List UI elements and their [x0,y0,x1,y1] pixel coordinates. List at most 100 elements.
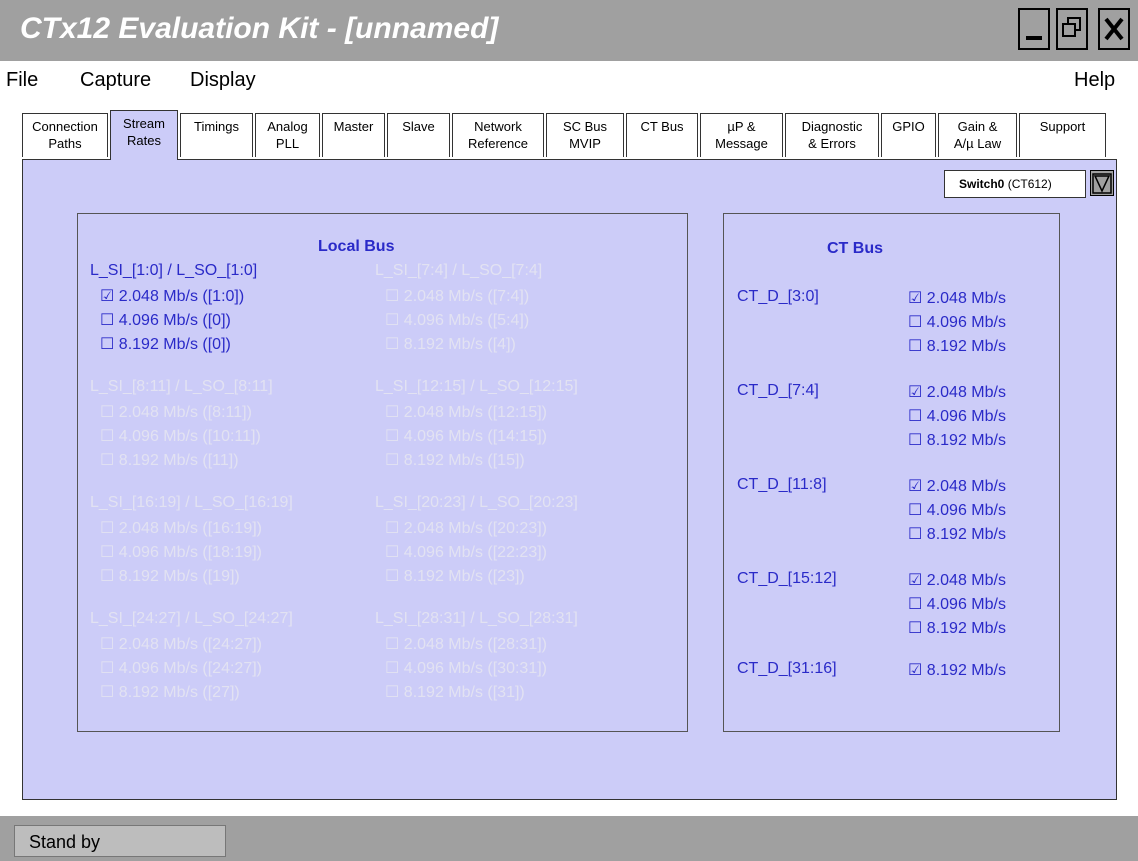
rate-label: 2.048 Mb/s ([7:4]) [403,288,530,305]
tab-analog-pll[interactable]: Analog PLL [255,113,320,157]
tab-label: Paths [48,136,82,151]
rate-checkbox[interactable]: ☑ 8.192 Mb/s [908,660,1006,680]
tab-label: Rates [127,133,161,148]
rate-label: 8.192 Mb/s ([11]) [118,452,239,469]
tab-stream-rates[interactable]: Stream Rates [110,110,178,160]
rate-checkbox[interactable]: ☑ 2.048 Mb/s [908,382,1006,402]
tab-label: Network [474,119,522,134]
close-button[interactable] [1098,8,1130,50]
rate-checkbox: ☐ 4.096 Mb/s ([18:19]) [100,542,262,562]
rate-label: 8.192 Mb/s [926,662,1006,679]
local-bus-group-label: L_SI_[1:0] / L_SO_[1:0] [90,262,258,279]
rate-label: 4.096 Mb/s [926,314,1006,331]
checkbox-icon: ☐ [100,336,119,353]
rate-checkbox[interactable]: ☑ 2.048 Mb/s [908,288,1006,308]
rate-label: 4.096 Mb/s ([22:23]) [403,544,547,561]
device-model: (CT612) [1007,177,1052,191]
tab-label: A/µ Law [953,136,1002,151]
ct-bus-group-label: CT_D_[15:12] [737,570,837,587]
tab-gain-law[interactable]: Gain & A/µ Law [938,113,1017,157]
rate-label: 2.048 Mb/s ([12:15]) [403,404,547,421]
restore-button[interactable] [1056,8,1088,50]
rate-checkbox[interactable]: ☐ 4.096 Mb/s [908,406,1006,426]
rate-label: 4.096 Mb/s ([14:15]) [403,428,547,445]
rate-checkbox: ☐ 2.048 Mb/s ([8:11]) [100,402,252,422]
tab-label: Connection [32,119,98,134]
rate-checkbox[interactable]: ☐ 8.192 Mb/s [908,336,1006,356]
rate-checkbox[interactable]: ☐ 8.192 Mb/s [908,430,1006,450]
tab-ct-bus[interactable]: CT Bus [626,113,698,157]
menu-display[interactable]: Display [190,69,256,92]
checkbox-checked-icon: ☑ [908,384,927,401]
checkbox-icon: ☐ [908,338,927,355]
ct-bus-group-label: CT_D_[3:0] [737,288,819,305]
device-dropdown-button[interactable] [1090,170,1114,196]
checkbox-icon: ☐ [385,684,404,701]
rate-checkbox[interactable]: ☑ 2.048 Mb/s [908,476,1006,496]
rate-checkbox: ☐ 4.096 Mb/s ([30:31]) [385,658,547,678]
rate-checkbox: ☐ 2.048 Mb/s ([12:15]) [385,402,547,422]
tab-timings[interactable]: Timings [180,113,253,157]
rate-checkbox[interactable]: ☐ 8.192 Mb/s [908,618,1006,638]
rate-label: 8.192 Mb/s [926,338,1006,355]
rate-checkbox: ☐ 4.096 Mb/s ([10:11]) [100,426,261,446]
checkbox-icon: ☐ [385,520,404,537]
menu-file[interactable]: File [6,69,38,92]
rate-checkbox[interactable]: ☐ 8.192 Mb/s [908,524,1006,544]
menu-help[interactable]: Help [1074,69,1115,92]
tab-label: Master [333,119,374,134]
checkbox-icon: ☐ [385,544,404,561]
rate-checkbox: ☐ 8.192 Mb/s ([31]) [385,682,525,702]
tab-label: & Errors [808,136,856,151]
rate-checkbox[interactable]: ☐ 4.096 Mb/s [908,312,1006,332]
rate-label: 8.192 Mb/s ([4]) [403,336,516,353]
checkbox-icon: ☐ [908,314,927,331]
chevron-down-icon [1092,173,1112,194]
local-bus-group-label: L_SI_[28:31] / L_SO_[28:31] [375,610,578,627]
menu-capture[interactable]: Capture [80,69,151,92]
tab-diagnostic-errors[interactable]: Diagnostic & Errors [785,113,879,157]
checkbox-icon: ☐ [385,660,404,677]
rate-label: 4.096 Mb/s ([0]) [118,312,231,329]
tab-label: SC Bus [562,119,608,134]
minimize-icon [1026,36,1042,40]
ct-bus-group-label: CT_D_[7:4] [737,382,819,399]
tab-network-reference[interactable]: Network Reference [452,113,544,157]
rate-checkbox[interactable]: ☐ 4.096 Mb/s [908,594,1006,614]
status-text: Stand by [14,825,226,857]
tab-label: Stream [123,116,165,131]
checkbox-checked-icon: ☑ [908,478,927,495]
tab-gpio[interactable]: GPIO [881,113,936,157]
tab-label: Message [715,136,768,151]
rate-checkbox: ☐ 2.048 Mb/s ([24:27]) [100,634,262,654]
rate-checkbox[interactable]: ☑ 2.048 Mb/s ([1:0]) [100,286,244,306]
rate-label: 4.096 Mb/s ([24:27]) [118,660,262,677]
rate-checkbox[interactable]: ☐ 4.096 Mb/s [908,500,1006,520]
rate-checkbox[interactable]: ☐ 8.192 Mb/s ([0]) [100,334,231,354]
tab-up-message[interactable]: µP & Message [700,113,783,157]
checkbox-icon: ☐ [385,452,404,469]
rate-checkbox[interactable]: ☐ 4.096 Mb/s ([0]) [100,310,231,330]
tab-label: MVIP [569,136,601,151]
local-bus-group-label: L_SI_[12:15] / L_SO_[12:15] [375,378,578,395]
rate-label: 8.192 Mb/s ([27]) [118,684,240,701]
rate-checkbox: ☐ 8.192 Mb/s ([19]) [100,566,240,586]
rate-checkbox[interactable]: ☑ 2.048 Mb/s [908,570,1006,590]
rate-label: 2.048 Mb/s [926,384,1006,401]
checkbox-icon: ☐ [100,660,119,677]
tab-master[interactable]: Master [322,113,385,157]
rate-label: 8.192 Mb/s ([15]) [403,452,525,469]
checkbox-icon: ☐ [385,404,404,421]
minimize-button[interactable] [1018,8,1050,50]
local-bus-group-label: L_SI_[8:11] / L_SO_[8:11] [90,378,273,395]
tab-label: Gain & [957,119,998,134]
rate-label: 4.096 Mb/s [926,408,1006,425]
tab-connection-paths[interactable]: Connection Paths [22,113,108,157]
device-select[interactable]: Switch0 (CT612) [944,170,1086,198]
tab-sc-bus-mvip[interactable]: SC Bus MVIP [546,113,624,157]
device-name: Switch0 [959,177,1005,191]
tab-slave[interactable]: Slave [387,113,450,157]
window-title: CTx12 Evaluation Kit - [unnamed] [20,12,499,45]
tab-support[interactable]: Support [1019,113,1106,157]
local-bus-group-label: L_SI_[20:23] / L_SO_[20:23] [375,494,578,511]
